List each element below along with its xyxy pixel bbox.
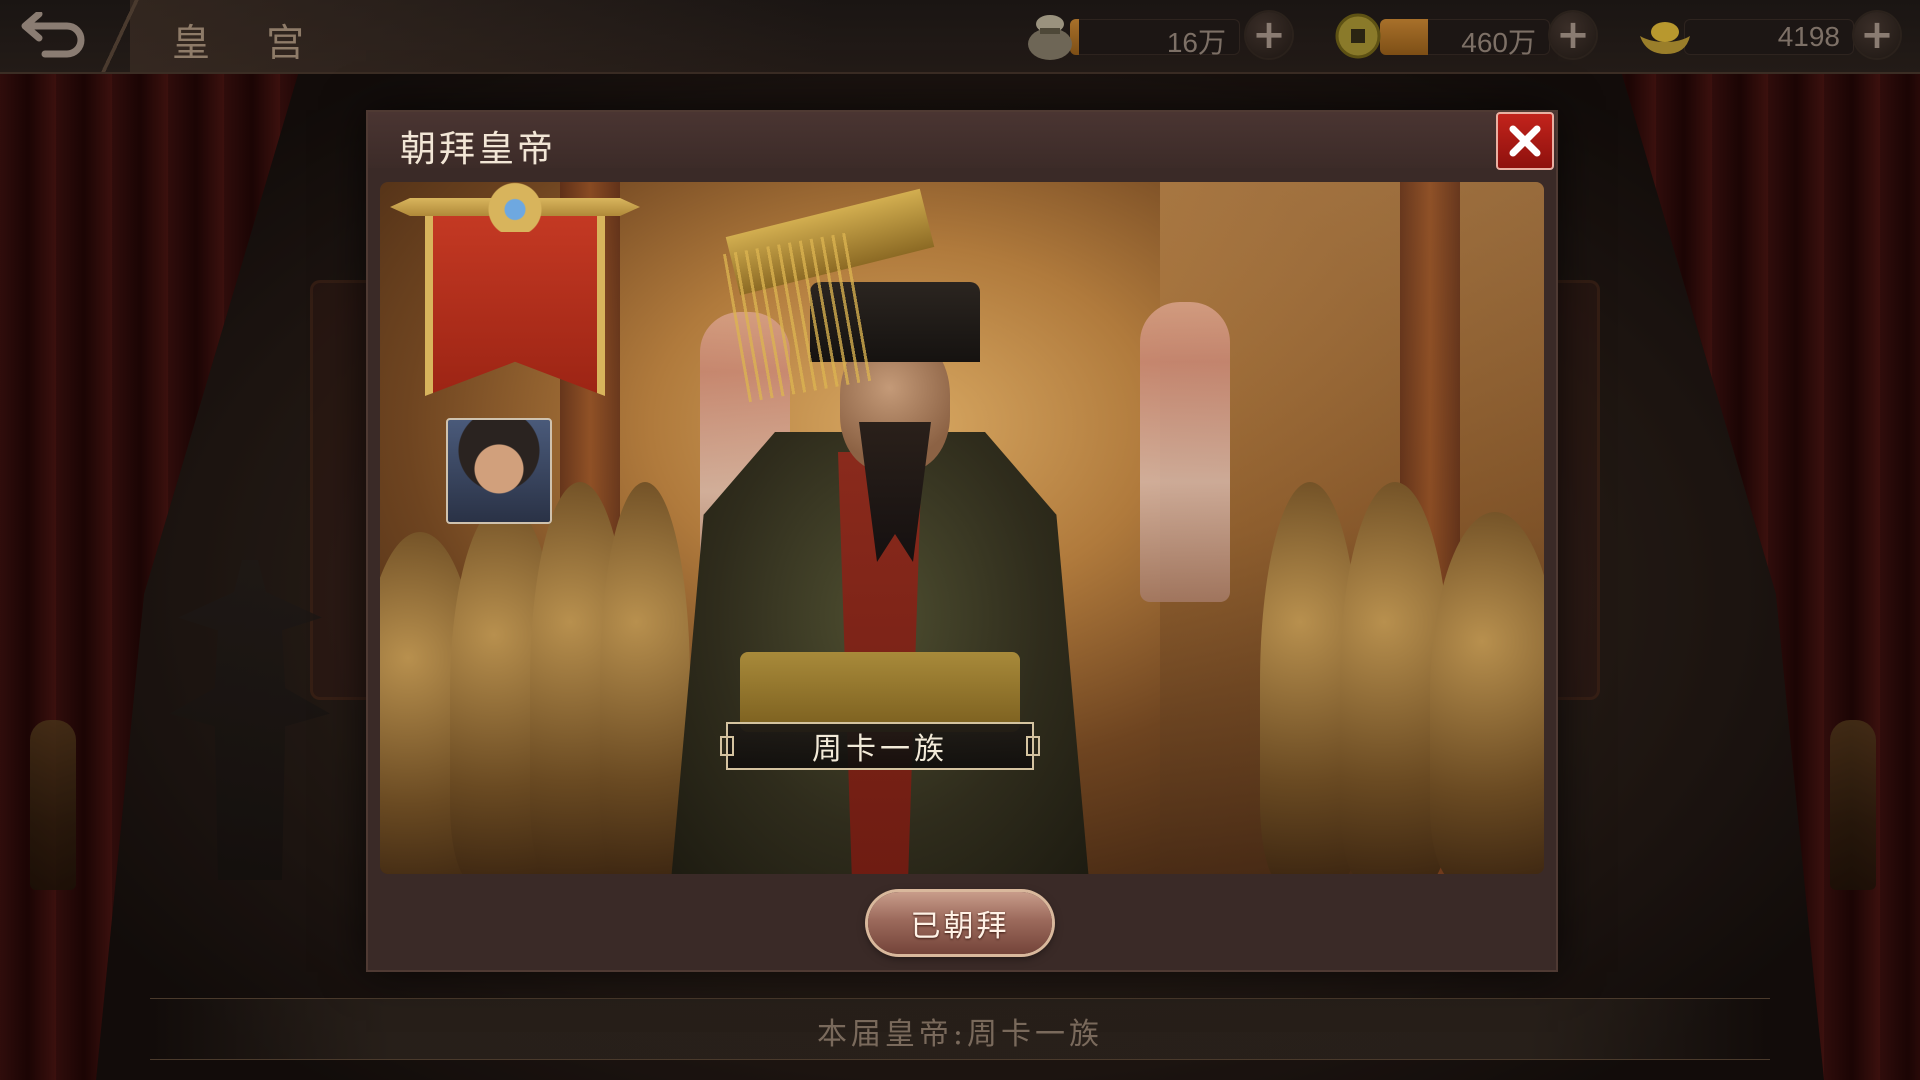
art-emperor-bead-curtain: [722, 231, 878, 403]
emperor-name: 周卡一族: [812, 732, 948, 767]
copper-coin-icon: [1335, 13, 1381, 59]
emperor-nameplate: 周卡一族: [720, 722, 1040, 770]
emperor-avatar[interactable]: [446, 418, 552, 524]
add-copper-button[interactable]: +: [1550, 12, 1596, 58]
resource-grain-bar: 16万: [1070, 19, 1240, 58]
art-court-lady: [1140, 302, 1230, 602]
emperor-banner: [425, 206, 605, 396]
top-bar: 皇 宫 16万 + 460万 + 4198 +: [0, 0, 1920, 74]
resource-copper-value: 460万: [1461, 27, 1536, 58]
back-arrow-icon: [21, 12, 85, 58]
grain-sack-icon: [1028, 15, 1072, 60]
current-emperor-bar: 本届皇帝:周卡一族: [150, 998, 1770, 1060]
art-emperor-belt: [740, 652, 1020, 732]
page-title: 皇 宫: [172, 21, 327, 65]
emperor-artwork: 周卡一族: [380, 182, 1544, 874]
add-grain-button[interactable]: +: [1246, 12, 1292, 58]
add-gold-button[interactable]: +: [1854, 12, 1900, 58]
art-soldier: [600, 482, 690, 874]
gold-ingot-icon: [1640, 22, 1690, 54]
banner-gem-icon: [475, 182, 555, 232]
resource-gold-bar: 4198: [1684, 19, 1854, 55]
worshipped-button[interactable]: 已朝拜: [868, 892, 1052, 954]
worshipped-button-label: 已朝拜: [910, 909, 1010, 944]
worship-emperor-dialog: 朝拜皇帝 周卡一族 已朝拜: [366, 110, 1558, 972]
resource-gold: 4198: [1636, 10, 1856, 62]
close-icon: [1509, 125, 1541, 157]
resource-grain-value: 16万: [1166, 27, 1226, 58]
resource-copper: 460万: [1332, 10, 1552, 62]
resource-grain: 16万: [1022, 10, 1242, 62]
dialog-header: 朝拜皇帝: [368, 112, 1556, 170]
back-button[interactable]: [14, 8, 94, 62]
close-button[interactable]: [1496, 112, 1554, 170]
dialog-title: 朝拜皇帝: [400, 129, 557, 170]
current-emperor-text: 本届皇帝:周卡一族: [816, 1017, 1104, 1052]
resource-copper-bar: 460万: [1380, 19, 1550, 58]
resource-gold-value: 4198: [1777, 21, 1840, 52]
